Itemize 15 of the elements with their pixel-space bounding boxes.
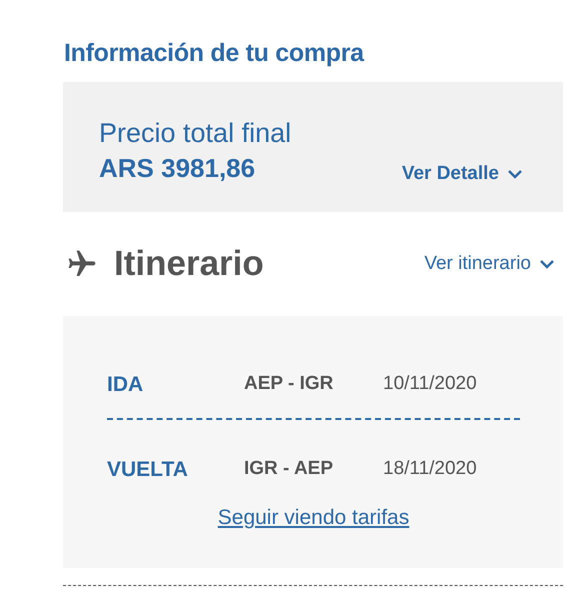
view-detail-link[interactable]: Ver Detalle (402, 160, 523, 188)
more-fares-link[interactable]: Seguir viendo tarifas (218, 506, 410, 529)
leg-route: AEP - IGR (244, 372, 334, 396)
chevron-down-icon (507, 168, 523, 179)
leg-route: IGR - AEP (244, 457, 334, 482)
price-label: Precio total final (99, 119, 292, 149)
leg-label: IDA (107, 372, 144, 398)
view-itinerary-link[interactable]: Ver itinerario (424, 250, 555, 278)
leg-date: 10/11/2020 (383, 372, 477, 396)
price-value: ARS 3981,86 (99, 152, 256, 185)
section-title: Información de tu compra (64, 38, 366, 68)
leg-label: VUELTA (107, 456, 189, 483)
itinerary-title: Itinerario (114, 242, 264, 285)
leg-date: 18/11/2020 (383, 457, 477, 482)
chevron-down-icon (539, 259, 555, 269)
